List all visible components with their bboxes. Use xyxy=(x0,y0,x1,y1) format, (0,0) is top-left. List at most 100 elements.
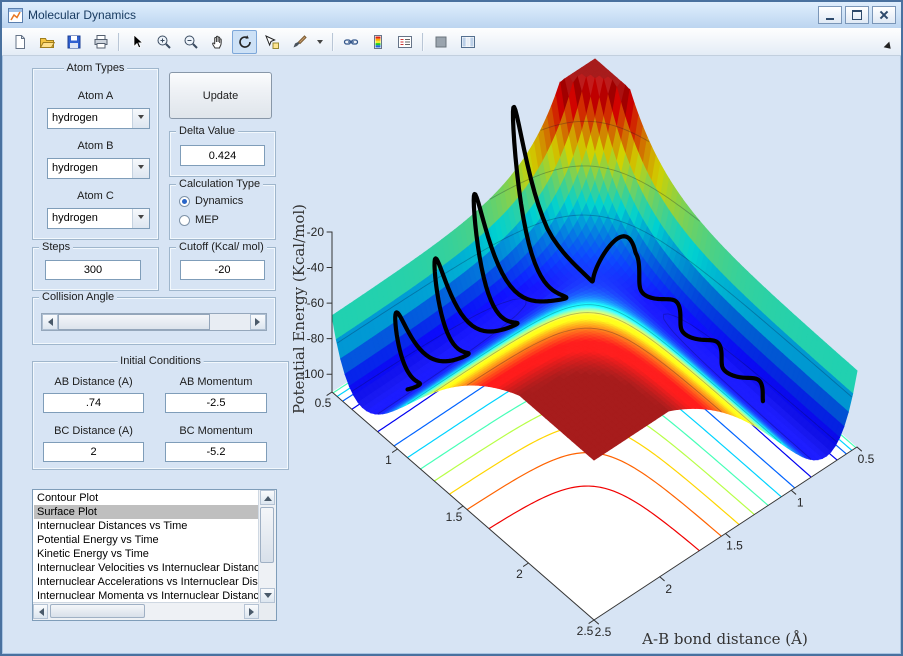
slider-thumb[interactable] xyxy=(58,314,210,330)
arrow-up-icon xyxy=(264,492,272,501)
radio-dynamics[interactable]: Dynamics xyxy=(179,195,243,207)
bc-momentum-input[interactable] xyxy=(165,442,267,462)
hide-plot-tools-button[interactable] xyxy=(428,30,453,54)
ab-distance-label: AB Distance (A) xyxy=(43,376,144,388)
steps-input[interactable] xyxy=(45,260,141,280)
cutoff-input[interactable] xyxy=(180,260,265,280)
pan-hand-icon xyxy=(210,34,226,50)
hide-plot-tools-icon xyxy=(433,34,449,50)
list-item[interactable]: Surface Plot xyxy=(34,505,258,519)
link-plots-button[interactable] xyxy=(338,30,363,54)
brush-button[interactable] xyxy=(286,30,311,54)
list-item[interactable]: Kinetic Energy vs Time xyxy=(34,547,258,561)
dropdown-arrow-icon[interactable] xyxy=(132,109,149,128)
zoom-in-icon xyxy=(156,34,172,50)
bc-distance-label: BC Distance (A) xyxy=(43,425,144,437)
dropdown-arrow-icon[interactable] xyxy=(132,209,149,228)
figure-toolbar xyxy=(2,28,901,56)
data-cursor-button[interactable] xyxy=(259,30,284,54)
atom-c-value: hydrogen xyxy=(48,209,132,228)
list-item[interactable]: Internuclear Velocities vs Internuclear … xyxy=(34,561,258,575)
show-plot-tools-button[interactable] xyxy=(455,30,480,54)
dropdown-arrow-icon[interactable] xyxy=(132,159,149,178)
panel-title: Calculation Type xyxy=(176,178,263,190)
radio-icon xyxy=(179,196,190,207)
minimize-icon xyxy=(826,18,834,20)
delta-value-panel: Delta Value xyxy=(169,131,276,177)
plot-type-list-items: Contour PlotSurface PlotInternuclear Dis… xyxy=(34,491,258,602)
list-item[interactable]: Internuclear Momenta vs Internuclear Dis… xyxy=(34,589,258,602)
titlebar[interactable]: Molecular Dynamics xyxy=(2,2,901,29)
print-button[interactable] xyxy=(88,30,113,54)
rotate-3d-button[interactable] xyxy=(232,30,257,54)
calculation-type-panel: Calculation Type Dynamics MEP xyxy=(169,184,276,240)
vertical-scroll-thumb[interactable] xyxy=(260,507,274,563)
panel-title: Delta Value xyxy=(176,125,238,137)
show-plot-tools-icon xyxy=(460,34,476,50)
insert-colorbar-button[interactable] xyxy=(365,30,390,54)
minimize-button[interactable] xyxy=(818,6,842,24)
brush-icon xyxy=(291,34,307,50)
panel-title: Steps xyxy=(39,241,73,253)
potential-energy-surface-plot[interactable] xyxy=(292,56,900,656)
ab-momentum-input[interactable] xyxy=(165,393,267,413)
slider-right-arrow[interactable] xyxy=(250,314,266,330)
pointer-icon xyxy=(129,34,145,50)
slider-left-arrow[interactable] xyxy=(42,314,58,330)
radio-dynamics-label: Dynamics xyxy=(195,195,243,207)
collision-angle-panel: Collision Angle xyxy=(32,297,276,345)
maximize-button[interactable] xyxy=(845,6,869,24)
list-item[interactable]: Contour Plot xyxy=(34,491,258,505)
toolbar-overflow-chevron[interactable] xyxy=(884,42,897,55)
ab-distance-input[interactable] xyxy=(43,393,144,413)
zoom-out-button[interactable] xyxy=(178,30,203,54)
chevron-down-icon xyxy=(317,40,323,47)
close-button[interactable] xyxy=(872,6,896,24)
collision-angle-slider[interactable] xyxy=(41,313,267,331)
delta-value-input[interactable] xyxy=(180,145,265,166)
plot-type-listbox[interactable]: Contour PlotSurface PlotInternuclear Dis… xyxy=(32,489,277,621)
radio-mep[interactable]: MEP xyxy=(179,214,219,226)
pan-tool-button[interactable] xyxy=(205,30,230,54)
scroll-right-button[interactable] xyxy=(244,604,259,619)
arrow-right-icon xyxy=(255,318,264,326)
arrow-right-icon xyxy=(249,608,258,616)
panel-title: Collision Angle xyxy=(39,291,117,303)
toolbar-separator xyxy=(332,33,333,51)
atom-a-label: Atom A xyxy=(33,90,158,102)
arrow-down-icon xyxy=(264,593,272,602)
app-icon xyxy=(8,8,23,23)
scroll-down-button[interactable] xyxy=(260,588,275,603)
new-file-button[interactable] xyxy=(7,30,32,54)
update-button[interactable]: Update xyxy=(169,72,272,119)
atom-b-label: Atom B xyxy=(33,140,158,152)
toolbar-separator xyxy=(422,33,423,51)
list-item[interactable]: Internuclear Distances vs Time xyxy=(34,519,258,533)
scroll-left-button[interactable] xyxy=(33,604,48,619)
vertical-scrollbar[interactable] xyxy=(258,490,276,603)
horizontal-scrollbar[interactable] xyxy=(33,602,259,620)
link-plots-icon xyxy=(343,34,359,50)
atom-a-dropdown[interactable]: hydrogen xyxy=(47,108,150,129)
ab-momentum-label: AB Momentum xyxy=(165,376,267,388)
atom-b-dropdown[interactable]: hydrogen xyxy=(47,158,150,179)
zoom-in-button[interactable] xyxy=(151,30,176,54)
brush-dropdown-button[interactable] xyxy=(313,30,327,54)
horizontal-scroll-thumb[interactable] xyxy=(50,604,145,618)
bc-distance-input[interactable] xyxy=(43,442,144,462)
scroll-up-button[interactable] xyxy=(260,490,275,505)
insert-legend-button[interactable] xyxy=(392,30,417,54)
maximize-icon xyxy=(852,10,862,20)
list-item[interactable]: Potential Energy vs Time xyxy=(34,533,258,547)
close-icon xyxy=(879,10,889,20)
atom-c-dropdown[interactable]: hydrogen xyxy=(47,208,150,229)
molecular-dynamics-window: Molecular Dynamics Atom Types Atom A xyxy=(0,0,903,656)
list-item[interactable]: Internuclear Accelerations vs Internucle… xyxy=(34,575,258,589)
radio-mep-label: MEP xyxy=(195,214,219,226)
panel-title: Initial Conditions xyxy=(117,355,204,367)
save-button[interactable] xyxy=(61,30,86,54)
rotate-3d-icon xyxy=(237,34,253,50)
pointer-tool-button[interactable] xyxy=(124,30,149,54)
open-file-button[interactable] xyxy=(34,30,59,54)
colorbar-icon xyxy=(370,34,386,50)
